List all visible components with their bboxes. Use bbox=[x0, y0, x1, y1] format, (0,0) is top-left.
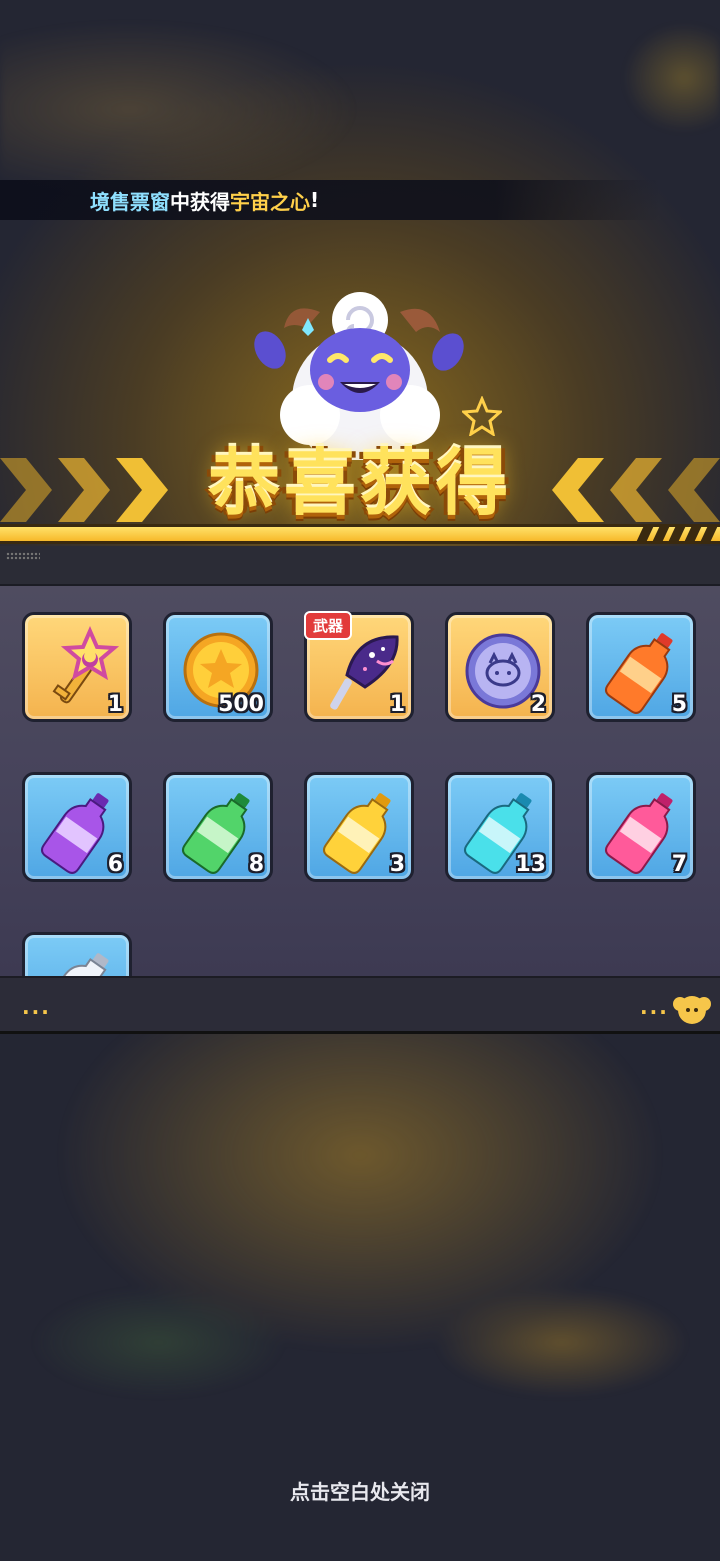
congrats-title: 恭喜获得 bbox=[207, 441, 512, 525]
reward-item-weapon[interactable]: 武器 1 bbox=[304, 611, 414, 722]
item-quantity: 13 bbox=[515, 852, 546, 877]
reward-panel-footer: ... ... bbox=[0, 976, 720, 1034]
reward-panel-header bbox=[0, 546, 720, 586]
reward-item-white-bottle[interactable] bbox=[22, 932, 132, 976]
footer-dots-left: ... bbox=[22, 995, 51, 1019]
ticker-exclaim: ! bbox=[310, 188, 320, 212]
reward-item-yellow-bottle[interactable]: 3 bbox=[304, 772, 414, 882]
bar-stripe-decoration bbox=[636, 526, 718, 542]
reward-item-green-bottle[interactable]: 8 bbox=[163, 772, 273, 882]
footer-dots-right: ... bbox=[640, 995, 669, 1019]
sheep-mini-icon bbox=[673, 996, 711, 1024]
ticker-location: 境售票窗 bbox=[90, 189, 170, 214]
item-quantity: 6 bbox=[107, 852, 123, 877]
item-quantity: 1 bbox=[107, 692, 123, 717]
item-quantity: 500 bbox=[218, 692, 264, 717]
item-quantity: 1 bbox=[389, 692, 405, 717]
item-quantity: 8 bbox=[248, 852, 264, 877]
announcement-ticker: 境售票窗 中获得 宇宙之心! bbox=[0, 180, 660, 220]
ticker-item-name: 宇宙之心 bbox=[230, 189, 310, 214]
reward-item-cyan-bottle[interactable]: 13 bbox=[445, 772, 555, 882]
reward-item-purple-bottle[interactable]: 6 bbox=[22, 772, 132, 882]
item-quantity: 2 bbox=[530, 692, 546, 717]
weapon-tag: 武器 bbox=[304, 611, 353, 640]
white-bottle-icon bbox=[40, 953, 109, 976]
item-quantity: 3 bbox=[389, 852, 405, 877]
item-quantity: 5 bbox=[671, 692, 687, 717]
tap-to-close-hint[interactable]: 点击空白处关闭 bbox=[0, 1476, 720, 1505]
reward-grid: 1 500 武器 1 2 5 6 8 3 13 7 bbox=[22, 611, 696, 976]
title-underline-bar bbox=[0, 524, 720, 544]
ticker-verb: 中获得 bbox=[170, 189, 230, 214]
reward-panel[interactable]: 1 500 武器 1 2 5 6 8 3 13 7 bbox=[0, 586, 720, 976]
reward-item-star-key[interactable]: 1 bbox=[22, 612, 132, 722]
reward-item-pink-bottle[interactable]: 7 bbox=[586, 772, 696, 882]
reward-item-orange-bottle[interactable]: 5 bbox=[586, 612, 696, 722]
item-quantity: 7 bbox=[671, 852, 687, 877]
reward-item-cat-medal[interactable]: 2 bbox=[445, 612, 555, 722]
reward-item-gold-coin[interactable]: 500 bbox=[163, 612, 273, 722]
